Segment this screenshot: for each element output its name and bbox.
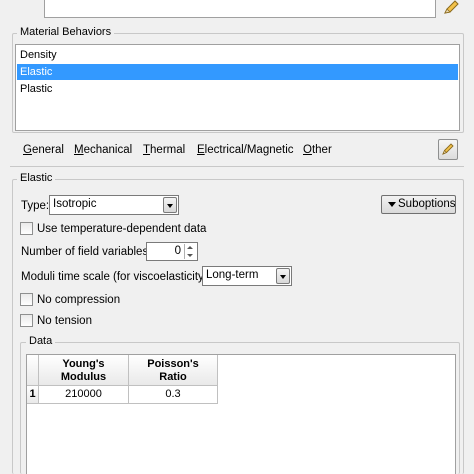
data-group-label: Data	[26, 335, 56, 348]
spinner-buttons	[184, 244, 196, 259]
pencil-icon	[442, 143, 454, 155]
table-cell-youngs-modulus[interactable]: 210000	[39, 386, 129, 404]
no-tension-checkbox[interactable]	[20, 314, 33, 327]
behavior-item-elastic[interactable]: Elastic	[17, 64, 458, 80]
moduli-time-scale-label: Moduli time scale (for viscoelasticity):	[21, 271, 211, 283]
behavior-item-density[interactable]: Density	[17, 47, 458, 63]
table-corner	[27, 355, 39, 386]
menu-electrical-magnetic[interactable]: Electrical/Magnetic	[197, 143, 294, 157]
menu-other[interactable]: Other	[303, 143, 332, 157]
menu-mechanical[interactable]: Mechanical	[74, 143, 132, 157]
column-header-poissons-ratio[interactable]: Poisson's Ratio	[129, 355, 218, 386]
no-tension-label: No tension	[37, 315, 92, 327]
behavior-menubar: General Mechanical Thermal Electrical/Ma…	[12, 140, 432, 160]
suboptions-button[interactable]: Suboptions	[381, 195, 456, 214]
type-label: Type:	[21, 200, 50, 212]
type-select[interactable]: Isotropic	[49, 195, 179, 215]
chevron-down-icon[interactable]	[276, 268, 290, 284]
no-compression-label: No compression	[37, 294, 121, 306]
triangle-down-icon	[388, 202, 396, 207]
table-cell-poissons-ratio[interactable]: 0.3	[129, 386, 218, 404]
temperature-dependent-label: Use temperature-dependent data	[37, 223, 207, 235]
separator	[10, 166, 464, 167]
elastic-group-label: Elastic	[17, 172, 56, 185]
no-compression-checkbox[interactable]	[20, 293, 33, 306]
moduli-time-scale-value: Long-term	[206, 269, 259, 281]
menu-thermal[interactable]: Thermal	[143, 143, 185, 157]
row-number: 1	[27, 386, 39, 404]
field-variables-label: Number of field variables:	[21, 246, 152, 258]
chevron-down-icon[interactable]	[163, 197, 177, 213]
column-header-youngs-modulus[interactable]: Young's Modulus	[39, 355, 129, 386]
field-variables-value: 0	[174, 245, 181, 257]
data-table[interactable]: Young's Modulus Poisson's Ratio 1 210000…	[26, 354, 456, 474]
material-behaviors-list[interactable]: Density Elastic Plastic	[15, 44, 460, 131]
type-select-value: Isotropic	[53, 198, 97, 210]
pencil-icon[interactable]	[442, 0, 460, 16]
edit-behavior-button[interactable]	[438, 139, 458, 160]
spinner-up-icon[interactable]	[185, 244, 196, 251]
description-field[interactable]	[44, 0, 436, 18]
behavior-item-plastic[interactable]: Plastic	[17, 81, 458, 97]
menu-general[interactable]: General	[23, 143, 64, 157]
temperature-dependent-checkbox[interactable]	[20, 222, 33, 235]
moduli-time-scale-select[interactable]: Long-term	[202, 266, 292, 286]
field-variables-spinner[interactable]: 0	[146, 242, 198, 261]
material-behaviors-label: Material Behaviors	[17, 26, 115, 39]
spinner-down-icon[interactable]	[185, 252, 196, 259]
